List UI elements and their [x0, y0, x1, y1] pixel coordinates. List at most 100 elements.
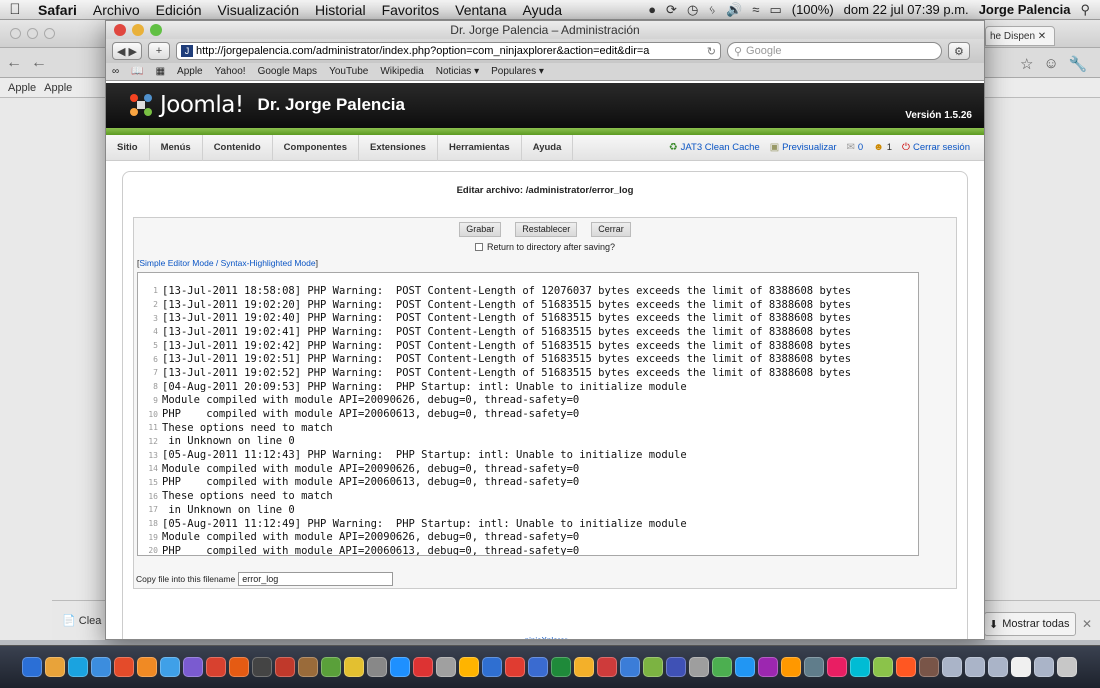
dock-app-icon[interactable] — [183, 657, 203, 677]
dock-app-icon[interactable] — [666, 657, 686, 677]
dock-app-icon[interactable] — [689, 657, 709, 677]
reset-button[interactable]: Restablecer — [515, 222, 578, 237]
dock-app-icon[interactable] — [620, 657, 640, 677]
bookmark-wikipedia[interactable]: Wikipedia — [380, 66, 423, 77]
menu-ayuda[interactable]: Ayuda — [515, 2, 570, 18]
bg-wrench-icon[interactable]: 🔧 — [1069, 55, 1088, 73]
dock-app-icon[interactable] — [45, 657, 65, 677]
dock-app-icon[interactable] — [275, 657, 295, 677]
bg-tab[interactable]: he Dispen ✕ — [985, 26, 1055, 46]
close-button[interactable] — [114, 24, 126, 36]
dock-app-icon[interactable] — [206, 657, 226, 677]
menu-ventana[interactable]: Ventana — [447, 2, 514, 18]
apple-menu-icon[interactable]:  — [0, 1, 30, 18]
dock-app-icon[interactable] — [390, 657, 410, 677]
zoom-button[interactable] — [150, 24, 162, 36]
menu-herramientas[interactable]: Herramientas — [438, 134, 522, 161]
code-editor[interactable]: 1 [13-Jul-2011 18:58:08] PHP Warning: POS… — [137, 272, 919, 556]
bg-nav-arrows-icon[interactable]: ← ← — [6, 54, 47, 72]
battery-icon[interactable]: ▭ — [769, 2, 781, 18]
dock-app-icon[interactable] — [643, 657, 663, 677]
dock-app-icon[interactable] — [367, 657, 387, 677]
editor-mode-link[interactable]: Simple Editor Mode / Syntax-Highlighted … — [139, 258, 315, 268]
dock-app-icon[interactable] — [160, 657, 180, 677]
bg-extension-icon[interactable]: ☺ — [1043, 55, 1058, 73]
bg-bookmark-apple-2[interactable]: Apple — [44, 82, 72, 94]
reading-list-icon[interactable]: ∞ — [112, 66, 119, 77]
dock-app-icon[interactable] — [781, 657, 801, 677]
menu-extensiones[interactable]: Extensiones — [359, 134, 438, 161]
new-tab-button[interactable]: + — [147, 42, 170, 60]
dock-app-icon[interactable] — [436, 657, 456, 677]
bookmark-google-maps[interactable]: Google Maps — [258, 66, 317, 77]
bookmark-noticias[interactable]: Noticias ▾ — [436, 66, 479, 77]
bg-bookmark-star-icon[interactable]: ☆ — [1020, 55, 1033, 73]
menu-contenido[interactable]: Contenido — [203, 134, 273, 161]
bluetooth-icon[interactable]: ᛃ — [708, 2, 716, 17]
copy-filename-input[interactable]: error_log — [238, 572, 394, 586]
menu-historial[interactable]: Historial — [307, 2, 374, 18]
dock-app-icon[interactable] — [827, 657, 847, 677]
dock-app-icon[interactable] — [873, 657, 893, 677]
bg-minimize-button[interactable] — [27, 28, 38, 39]
dock-app-icon[interactable] — [965, 657, 985, 677]
ninjaxplorer-footer-link[interactable]: ninjaXplorer — [123, 636, 969, 639]
menu-sitio[interactable]: Sitio — [106, 134, 150, 161]
menu-edicion[interactable]: Edición — [148, 2, 210, 18]
dock-app-icon[interactable] — [298, 657, 318, 677]
dock-app-icon[interactable] — [413, 657, 433, 677]
user-name[interactable]: Jorge Palencia — [979, 2, 1071, 17]
book-icon[interactable]: 📖 — [131, 66, 143, 77]
dock-app-icon[interactable] — [896, 657, 916, 677]
dock-app-icon[interactable] — [804, 657, 824, 677]
settings-gear-icon[interactable]: ⚙ — [947, 42, 970, 60]
dock-app-icon[interactable] — [252, 657, 272, 677]
dock-app-icon[interactable] — [68, 657, 88, 677]
users-count[interactable]: ☻ 1 — [873, 142, 892, 153]
logout-link[interactable]: ⏻ Cerrar sesión — [902, 142, 970, 153]
save-button[interactable]: Grabar — [459, 222, 502, 237]
dock-app-icon[interactable] — [505, 657, 525, 677]
return-checkbox[interactable] — [474, 243, 483, 251]
dock-app-icon[interactable] — [597, 657, 617, 677]
sync-icon[interactable]: ⟳ — [666, 2, 677, 18]
downloads-close-icon[interactable]: ✕ — [1082, 617, 1092, 631]
dock-app-icon[interactable] — [758, 657, 778, 677]
dock-app-icon[interactable] — [735, 657, 755, 677]
dock-app-icon[interactable] — [528, 657, 548, 677]
menu-favoritos[interactable]: Favoritos — [374, 2, 448, 18]
reload-icon[interactable]: ↻ — [707, 45, 716, 58]
back-forward-button[interactable]: ◀ ▶ — [112, 42, 142, 60]
dock-app-icon[interactable] — [574, 657, 594, 677]
close-editor-button[interactable]: Cerrar — [591, 222, 631, 237]
dock-app-icon[interactable] — [551, 657, 571, 677]
menu-menus[interactable]: Menús — [150, 134, 203, 161]
wifi-icon[interactable]: ≈ — [752, 2, 759, 17]
dock-app-icon[interactable] — [1034, 657, 1054, 677]
clean-cache-link[interactable]: ♻ JAT3 Clean Cache — [669, 142, 760, 153]
volume-icon[interactable]: 🔊 — [726, 2, 742, 18]
dock-app-icon[interactable] — [344, 657, 364, 677]
minimize-button[interactable] — [132, 24, 144, 36]
search-field[interactable]: ⚲ Google — [726, 42, 942, 60]
menu-ayuda-joomla[interactable]: Ayuda — [522, 134, 574, 161]
bg-bookmark-apple[interactable]: Apple — [8, 82, 36, 94]
bg-close-button[interactable] — [10, 28, 21, 39]
dock-app-icon[interactable] — [850, 657, 870, 677]
clock[interactable]: dom 22 jul 07:39 p.m. — [844, 2, 969, 17]
menu-visualizacion[interactable]: Visualización — [210, 2, 307, 18]
messages-count[interactable]: ✉ 0 — [847, 142, 864, 153]
bookmark-populares[interactable]: Populares ▾ — [491, 66, 544, 77]
bookmark-youtube[interactable]: YouTube — [329, 66, 368, 77]
dock-app-icon[interactable] — [229, 657, 249, 677]
dock-app-icon[interactable] — [321, 657, 341, 677]
skype-status-icon[interactable]: ● — [648, 2, 656, 17]
menu-app-name[interactable]: Safari — [30, 2, 85, 18]
dock-app-icon[interactable] — [22, 657, 42, 677]
menu-archivo[interactable]: Archivo — [85, 2, 148, 18]
dock-app-icon[interactable] — [942, 657, 962, 677]
spotlight-icon[interactable]: ⚲ — [1080, 2, 1090, 18]
dock-app-icon[interactable] — [137, 657, 157, 677]
top-sites-grid-icon[interactable]: ▦ — [156, 66, 165, 77]
preview-link[interactable]: ▣ Previsualizar — [770, 142, 837, 153]
